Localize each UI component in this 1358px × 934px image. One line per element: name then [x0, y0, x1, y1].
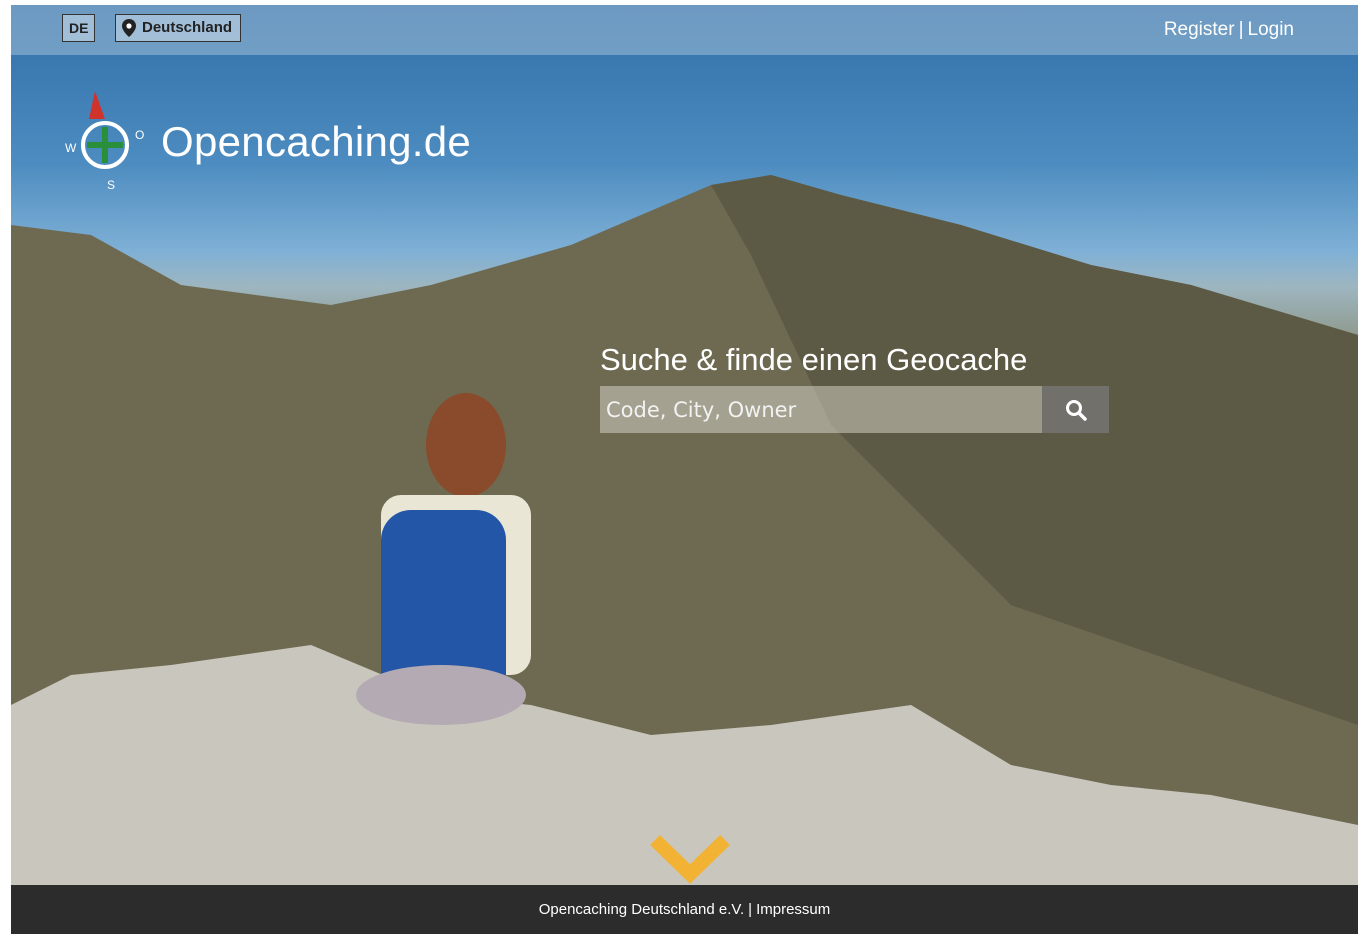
page-frame: DE Deutschland Register | Login W O S Op…: [11, 5, 1358, 934]
compass-icon: W O S: [65, 91, 144, 192]
svg-text:S: S: [107, 178, 115, 192]
scroll-down-button[interactable]: [649, 834, 731, 885]
site-logo[interactable]: W O S Opencaching.de: [59, 87, 471, 197]
chevron-down-icon: [650, 834, 730, 884]
search-input[interactable]: [600, 386, 1042, 433]
login-link[interactable]: Login: [1248, 19, 1295, 41]
magnifier-icon: [1065, 399, 1087, 421]
hiker-legs: [356, 665, 526, 725]
auth-links: Register | Login: [1164, 19, 1294, 41]
search-button[interactable]: [1042, 386, 1109, 433]
map-pin-icon: [122, 19, 136, 37]
country-selector[interactable]: Deutschland: [115, 14, 242, 42]
country-label: Deutschland: [142, 19, 233, 36]
search-bar: [600, 386, 1109, 433]
top-bar: DE Deutschland Register | Login: [11, 5, 1358, 55]
footer-separator: |: [748, 901, 753, 918]
impressum-link[interactable]: Impressum: [756, 901, 830, 918]
language-selector[interactable]: DE: [62, 14, 96, 42]
hiker-head: [426, 393, 506, 497]
logo-text: Opencaching.de: [161, 118, 472, 165]
svg-text:W: W: [65, 141, 77, 155]
svg-text:O: O: [135, 128, 144, 142]
hero-headline: Suche & finde einen Geocache: [600, 342, 1028, 377]
auth-separator: |: [1238, 19, 1244, 40]
register-link[interactable]: Register: [1164, 19, 1235, 41]
footer: Opencaching Deutschland e.V. | Impressum: [11, 885, 1358, 934]
hero-background: DE Deutschland Register | Login W O S Op…: [11, 5, 1358, 885]
org-link[interactable]: Opencaching Deutschland e.V.: [539, 901, 744, 918]
